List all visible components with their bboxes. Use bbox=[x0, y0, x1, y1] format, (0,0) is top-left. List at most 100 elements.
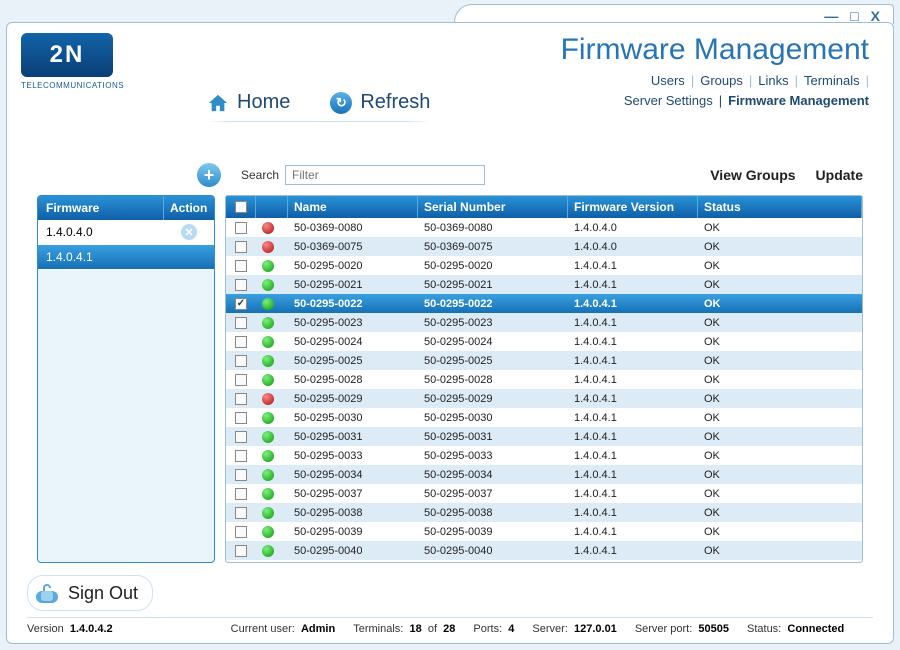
cell-status: OK bbox=[698, 484, 862, 503]
tab-home-label: Home bbox=[237, 91, 290, 114]
table-row[interactable]: 50-0295-002550-0295-00251.4.0.4.1OK bbox=[226, 351, 862, 370]
brand-logo: 2N TELECOMMUNICATIONS bbox=[7, 23, 147, 133]
table-row[interactable]: 50-0295-003450-0295-00341.4.0.4.1OK bbox=[226, 465, 862, 484]
refresh-icon: ↻ bbox=[330, 92, 352, 114]
status-dot-icon bbox=[262, 488, 274, 500]
cell-name: 50-0295-0022 bbox=[288, 294, 418, 313]
cell-serial: 50-0369-0080 bbox=[418, 218, 568, 237]
update-button[interactable]: Update bbox=[816, 167, 863, 183]
sidebar-header-action[interactable]: Action bbox=[164, 196, 214, 220]
status-dot-icon bbox=[262, 412, 274, 424]
status-dot-icon bbox=[262, 393, 274, 405]
row-checkbox[interactable] bbox=[235, 526, 247, 538]
row-checkbox[interactable] bbox=[235, 507, 247, 519]
search-input[interactable] bbox=[285, 165, 485, 185]
table-row[interactable]: ✓50-0295-002250-0295-00221.4.0.4.1OK bbox=[226, 294, 862, 313]
nav-separator: | bbox=[719, 93, 722, 108]
cell-name: 50-0295-0025 bbox=[288, 351, 418, 370]
firmware-list-item[interactable]: 1.4.0.4.0✕ bbox=[38, 220, 214, 245]
nav-link-groups[interactable]: Groups bbox=[700, 73, 743, 88]
cell-firmware: 1.4.0.4.1 bbox=[568, 370, 698, 389]
table-row[interactable]: 50-0295-003850-0295-00381.4.0.4.1OK bbox=[226, 503, 862, 522]
grid-header-serial[interactable]: Serial Number bbox=[418, 196, 568, 218]
cell-serial: 50-0295-0033 bbox=[418, 446, 568, 465]
cell-serial: 50-0295-0021 bbox=[418, 275, 568, 294]
tab-home[interactable]: Home bbox=[207, 91, 290, 114]
nav-link-terminals[interactable]: Terminals bbox=[804, 73, 860, 88]
firmware-list-item[interactable]: 1.4.0.4.1 bbox=[38, 245, 214, 270]
table-row[interactable]: 50-0295-002850-0295-00281.4.0.4.1OK bbox=[226, 370, 862, 389]
grid-header-checkbox[interactable] bbox=[226, 196, 256, 218]
cell-firmware: 1.4.0.4.1 bbox=[568, 313, 698, 332]
grid-body-scroll[interactable]: 50-0369-008050-0369-00801.4.0.4.0OK50-03… bbox=[226, 218, 862, 562]
row-checkbox[interactable] bbox=[235, 393, 247, 405]
nav-link-server-settings[interactable]: Server Settings bbox=[624, 93, 713, 108]
cell-firmware: 1.4.0.4.1 bbox=[568, 389, 698, 408]
row-checkbox[interactable] bbox=[235, 260, 247, 272]
cell-firmware: 1.4.0.4.1 bbox=[568, 275, 698, 294]
sign-out-button[interactable]: Sign Out bbox=[27, 575, 153, 611]
nav-separator: | bbox=[749, 73, 752, 88]
cell-status: OK bbox=[698, 541, 862, 560]
table-row[interactable]: 50-0295-002050-0295-00201.4.0.4.1OK bbox=[226, 256, 862, 275]
status-dot-icon bbox=[262, 431, 274, 443]
grid-header-name[interactable]: Name bbox=[288, 196, 418, 218]
cell-serial: 50-0295-0039 bbox=[418, 522, 568, 541]
table-row[interactable]: 50-0295-003350-0295-00331.4.0.4.1OK bbox=[226, 446, 862, 465]
row-checkbox[interactable] bbox=[235, 279, 247, 291]
nav-link-users[interactable]: Users bbox=[651, 73, 685, 88]
page-title: Firmware Management bbox=[561, 33, 869, 67]
cell-name: 50-0295-0038 bbox=[288, 503, 418, 522]
table-row[interactable]: 50-0295-002350-0295-00231.4.0.4.1OK bbox=[226, 313, 862, 332]
sidebar-header-firmware[interactable]: Firmware bbox=[38, 196, 164, 220]
table-row[interactable]: 50-0295-003950-0295-00391.4.0.4.1OK bbox=[226, 522, 862, 541]
cell-status: OK bbox=[698, 332, 862, 351]
nav-link-links[interactable]: Links bbox=[758, 73, 788, 88]
row-checkbox[interactable] bbox=[235, 317, 247, 329]
view-groups-button[interactable]: View Groups bbox=[710, 167, 795, 183]
row-checkbox[interactable] bbox=[235, 469, 247, 481]
cell-status: OK bbox=[698, 503, 862, 522]
row-checkbox[interactable] bbox=[235, 222, 247, 234]
row-checkbox[interactable] bbox=[235, 431, 247, 443]
cell-name: 50-0295-0023 bbox=[288, 313, 418, 332]
cell-serial: 50-0295-0037 bbox=[418, 484, 568, 503]
tab-refresh[interactable]: ↻ Refresh bbox=[330, 91, 430, 114]
row-checkbox[interactable] bbox=[235, 355, 247, 367]
cell-firmware: 1.4.0.4.0 bbox=[568, 237, 698, 256]
nav-link-firmware-management[interactable]: Firmware Management bbox=[728, 93, 869, 108]
status-dot-icon bbox=[262, 450, 274, 462]
cell-name: 50-0369-0075 bbox=[288, 237, 418, 256]
row-checkbox[interactable] bbox=[235, 545, 247, 557]
row-checkbox[interactable] bbox=[235, 450, 247, 462]
cell-name: 50-0295-0021 bbox=[288, 275, 418, 294]
row-checkbox[interactable] bbox=[235, 412, 247, 424]
grid-header-status[interactable]: Status bbox=[698, 196, 862, 218]
cell-serial: 50-0295-0031 bbox=[418, 427, 568, 446]
grid-header-firmware[interactable]: Firmware Version bbox=[568, 196, 698, 218]
table-row[interactable]: 50-0295-003050-0295-00301.4.0.4.1OK bbox=[226, 408, 862, 427]
status-dot-icon bbox=[262, 336, 274, 348]
table-row[interactable]: 50-0295-004050-0295-00401.4.0.4.1OK bbox=[226, 541, 862, 560]
cell-firmware: 1.4.0.4.1 bbox=[568, 351, 698, 370]
cell-serial: 50-0295-0025 bbox=[418, 351, 568, 370]
table-row[interactable]: 50-0295-003750-0295-00371.4.0.4.1OK bbox=[226, 484, 862, 503]
row-checkbox[interactable] bbox=[235, 336, 247, 348]
table-row[interactable]: 50-0295-002450-0295-00241.4.0.4.1OK bbox=[226, 332, 862, 351]
tab-separator bbox=[207, 121, 430, 122]
row-checkbox[interactable] bbox=[235, 488, 247, 500]
sign-out-label: Sign Out bbox=[68, 583, 138, 604]
table-row[interactable]: 50-0295-002150-0295-00211.4.0.4.1OK bbox=[226, 275, 862, 294]
table-row[interactable]: 50-0295-002950-0295-00291.4.0.4.1OK bbox=[226, 389, 862, 408]
table-row[interactable]: 50-0369-007550-0369-00751.4.0.4.0OK bbox=[226, 237, 862, 256]
cell-serial: 50-0295-0024 bbox=[418, 332, 568, 351]
row-checkbox[interactable] bbox=[235, 374, 247, 386]
row-checkbox[interactable]: ✓ bbox=[235, 298, 247, 310]
add-firmware-button[interactable]: + bbox=[197, 163, 221, 187]
table-row[interactable]: 50-0369-008050-0369-00801.4.0.4.0OK bbox=[226, 218, 862, 237]
cell-firmware: 1.4.0.4.1 bbox=[568, 408, 698, 427]
table-row[interactable]: 50-0295-003150-0295-00311.4.0.4.1OK bbox=[226, 427, 862, 446]
grid-header-status-dot[interactable] bbox=[256, 196, 288, 218]
delete-firmware-icon[interactable]: ✕ bbox=[181, 224, 197, 240]
row-checkbox[interactable] bbox=[235, 241, 247, 253]
